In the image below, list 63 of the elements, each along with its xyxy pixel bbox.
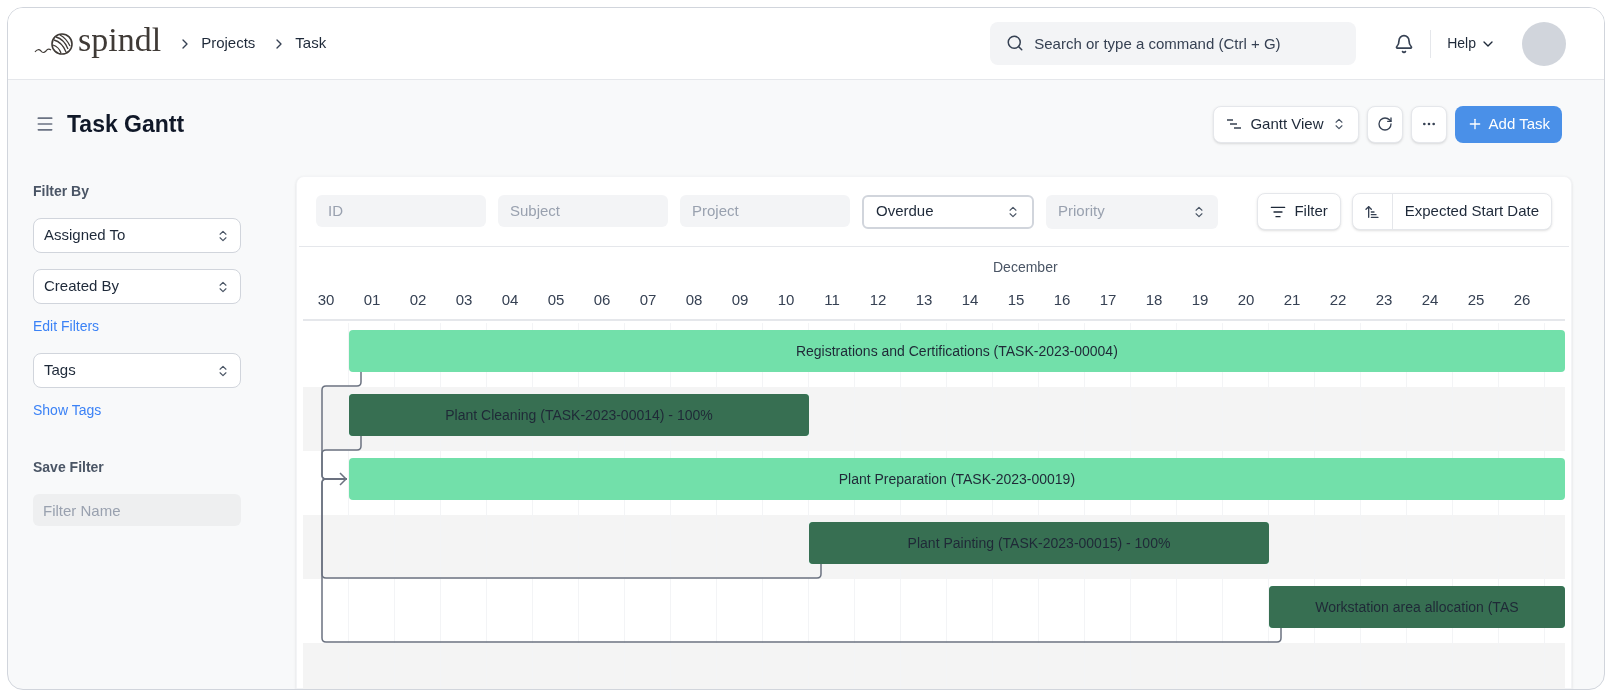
day-label: 04 [501,290,519,310]
task-label: Workstation area allocation (TAS [1315,597,1519,617]
task-label: Plant Painting (TASK-2023-00015) - 100% [907,533,1171,553]
day-label: 26 [1513,290,1531,310]
refresh-button[interactable] [1366,105,1403,143]
notification-bell-icon[interactable] [1394,33,1415,54]
gantt-lines-icon [1226,118,1243,130]
day-label: 30 [317,290,335,310]
tags-select[interactable]: Tags [33,353,241,388]
day-label: 09 [731,290,749,310]
edit-filters-link[interactable]: Edit Filters [33,316,241,337]
task-label: Plant Preparation (TASK-2023-00019) [838,469,1076,489]
day-label: 16 [1053,290,1071,310]
task-label: Registrations and Certifications (TASK-2023-00004) [795,341,1118,361]
task-bar[interactable]: Registrations and Certifications (TASK-2023-00004) [349,330,1565,372]
breadcrumb-link[interactable]: Task [295,32,327,55]
day-label: 25 [1467,290,1485,310]
filter-input-field[interactable]: ID [316,194,486,227]
day-label: 13 [915,290,933,310]
search-field[interactable]: Search or type a command (Ctrl + G) [990,22,1357,65]
save-filter-heading: Save Filter [33,458,105,477]
sort-icon [1364,203,1381,220]
day-label: 08 [685,290,703,310]
breadcrumb-link[interactable]: Projects [201,32,256,55]
filter-button[interactable]: Filter [1257,193,1341,230]
task-label: Plant Cleaning (TASK-2023-00014) - 100% [445,405,713,425]
day-label: 07 [639,290,657,310]
show-tags-link[interactable]: Show Tags [33,400,241,421]
filter-input-field[interactable]: Project [680,194,850,227]
search-icon [1006,34,1025,52]
filter-input-field[interactable]: Subject [498,194,668,227]
day-label: 01 [363,290,381,310]
refresh-icon [1376,116,1393,132]
day-label: 18 [1145,290,1163,310]
day-label: 20 [1237,290,1255,310]
day-label: 10 [777,290,795,310]
filter-by-heading: Filter By [33,182,90,201]
page-title: Task Gantt [67,109,185,139]
help-menu-button[interactable]: Help [1447,33,1496,54]
day-label: 12 [869,290,887,310]
day-label: 15 [1007,290,1025,310]
day-label: 02 [409,290,427,310]
day-label: 21 [1283,290,1301,310]
day-label: 23 [1375,290,1393,310]
filter-name-field[interactable]: Filter Name [33,494,241,526]
day-label: 11 [824,290,840,310]
day-label: 03 [455,290,473,310]
day-label: 17 [1099,290,1117,310]
task-bar[interactable]: Plant Preparation (TASK-2023-00019) [349,458,1565,500]
filter-select[interactable]: Assigned To [33,218,241,253]
view-switcher-button[interactable]: Gantt View [1213,105,1359,143]
menu-icon[interactable] [35,114,55,134]
day-label: 05 [547,290,565,310]
filter-select[interactable]: Overdue [862,194,1034,229]
day-label: 22 [1329,290,1347,310]
month-label: December [993,258,1058,277]
filter-select[interactable]: Created By [33,269,241,304]
logo-text: spindl [78,22,162,57]
day-label: 14 [961,290,979,310]
day-label: 06 [593,290,611,310]
day-label: 19 [1191,290,1209,310]
day-label: 24 [1421,290,1439,310]
yarn-ball-icon [34,31,74,56]
